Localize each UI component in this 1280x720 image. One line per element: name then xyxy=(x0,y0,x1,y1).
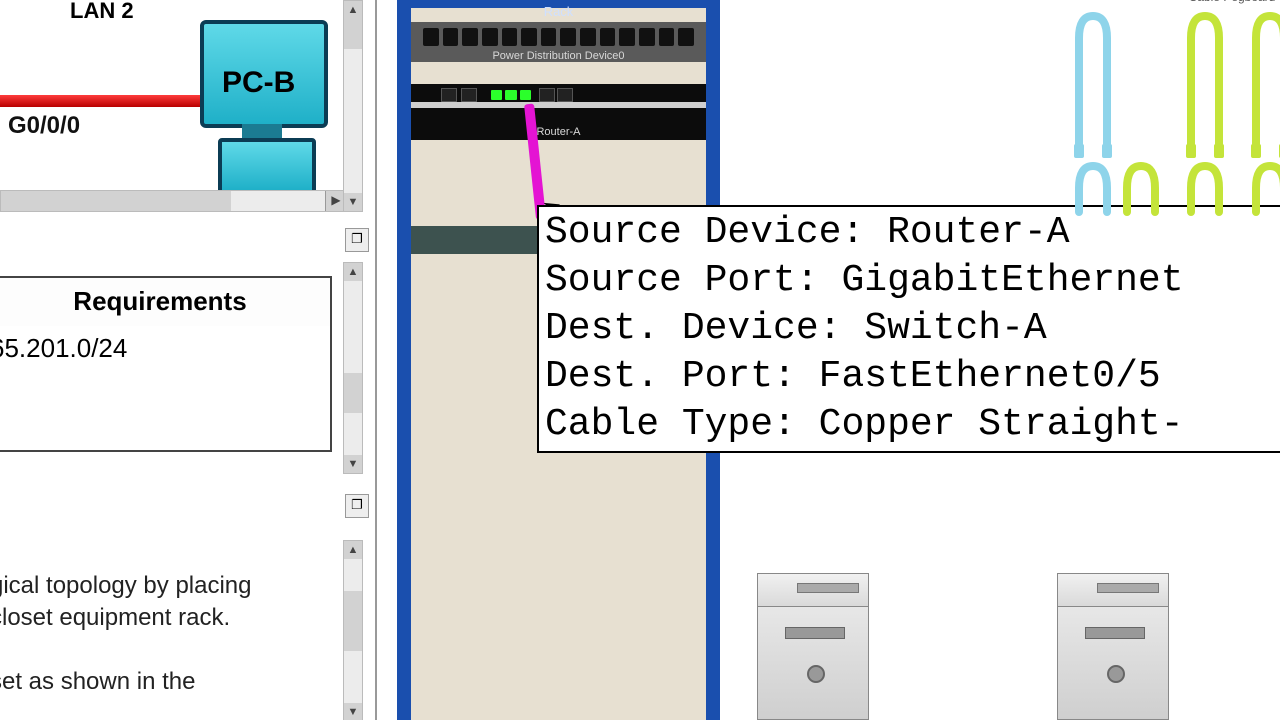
v-scroll-thumb[interactable] xyxy=(344,19,362,49)
interface-label: G0/0/0 xyxy=(8,112,80,140)
v-scroll-up-arrow-icon[interactable]: ▲ xyxy=(344,263,362,281)
pegboard-label: Cable Pegboard xyxy=(1107,0,1280,4)
cable-tooltip: Source Device: Router-A Source Port: Gig… xyxy=(537,205,1280,453)
desktop-pc-2[interactable] xyxy=(1057,565,1167,720)
v-scroll-thumb[interactable] xyxy=(344,591,362,651)
rack-title: Rack xyxy=(411,4,706,19)
pc-b-icon[interactable]: PC-B xyxy=(200,10,330,175)
pc-name-label: PC-B xyxy=(222,66,295,100)
pegboard-cable[interactable] xyxy=(1065,8,1121,158)
table-v-scrollbar[interactable]: ▲ ▼ xyxy=(343,262,363,474)
v-scroll-thumb[interactable] xyxy=(344,373,362,413)
topology-h-scrollbar[interactable]: ▶ xyxy=(0,190,347,212)
router-a-device[interactable]: Router-A xyxy=(411,84,706,140)
lan2-label: LAN 2 xyxy=(70,0,134,24)
power-distribution-unit[interactable]: Power Distribution Device0 xyxy=(411,22,706,62)
pegboard-cable[interactable] xyxy=(1113,158,1169,218)
v-scroll-up-arrow-icon[interactable]: ▲ xyxy=(344,541,362,559)
pegboard-cable[interactable] xyxy=(1242,8,1280,158)
v-scroll-down-arrow-icon[interactable]: ▼ xyxy=(344,703,362,720)
pegboard-cable[interactable] xyxy=(1177,158,1233,218)
requirements-row-2 xyxy=(0,374,332,452)
h-scroll-thumb[interactable] xyxy=(1,191,231,211)
pegboard-cable[interactable] xyxy=(1177,8,1233,158)
cable-pegboard: Cable Pegboard xyxy=(717,0,1280,210)
instr-v-scrollbar[interactable]: ▲ ▼ xyxy=(343,540,363,720)
requirements-header: Requirements xyxy=(0,276,332,330)
topology-canvas[interactable]: LAN 2 G0/0/0 PC-B xyxy=(0,0,345,190)
v-scroll-up-arrow-icon[interactable]: ▲ xyxy=(344,1,362,19)
topology-v-scrollbar[interactable]: ▲ ▼ xyxy=(343,0,363,212)
desktop-pc-1[interactable] xyxy=(757,565,867,720)
undock-button-2[interactable]: ❐ xyxy=(345,494,369,518)
v-scroll-down-arrow-icon[interactable]: ▼ xyxy=(344,455,362,473)
ethernet-link xyxy=(0,95,200,107)
v-scroll-down-arrow-icon[interactable]: ▼ xyxy=(344,193,362,211)
requirements-row-1: 65.201.0/24 xyxy=(0,326,332,376)
left-pane: LAN 2 G0/0/0 PC-B ▶ ▲ ▼ ❐ Requirements 6… xyxy=(0,0,377,720)
router-label: Router-A xyxy=(411,126,706,138)
undock-button[interactable]: ❐ xyxy=(345,228,369,252)
physical-workspace[interactable]: Rack Power Distribution Device0 Router-A… xyxy=(377,0,1280,720)
pdu-label: Power Distribution Device0 xyxy=(411,50,706,62)
instructions-text: gical topology by placing closet equipme… xyxy=(0,570,310,698)
pegboard-cable[interactable] xyxy=(1242,158,1280,218)
